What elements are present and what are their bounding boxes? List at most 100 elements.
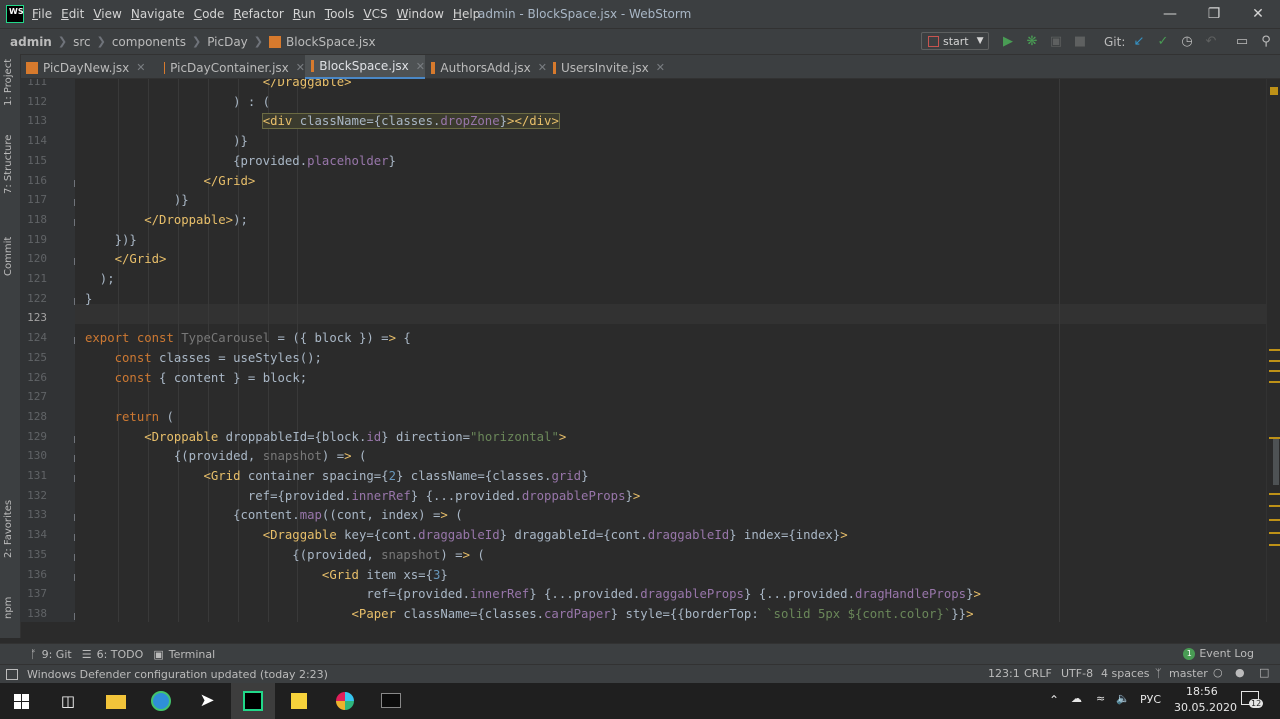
warning-mark[interactable]: [1269, 370, 1280, 372]
tool-commit[interactable]: Commit: [3, 237, 14, 276]
commit-icon[interactable]: ✓: [1155, 34, 1171, 50]
menu-run[interactable]: Run: [293, 7, 316, 21]
menu-navigate[interactable]: Navigate: [131, 7, 185, 21]
scroll-thumb[interactable]: [1273, 439, 1279, 485]
code-line[interactable]: <Grid container spacing={2} className={c…: [85, 466, 588, 486]
breadcrumb-item[interactable]: PicDay: [207, 35, 248, 49]
code-line[interactable]: <Grid item xs={3}: [85, 565, 448, 585]
code-line[interactable]: )}: [85, 190, 189, 210]
code-line[interactable]: {content.map((cont, index) => (: [85, 505, 463, 525]
code-line[interactable]: export const TypeCarousel = ({ block }) …: [85, 328, 411, 348]
tool-npm[interactable]: npm: [3, 597, 14, 619]
inspector-icon[interactable]: ●: [1235, 666, 1245, 679]
code-line[interactable]: {(provided, snapshot) => (: [85, 545, 485, 565]
code-line[interactable]: const { content } = block;: [85, 368, 308, 388]
wifi-icon[interactable]: ≈: [1096, 692, 1105, 705]
search-icon[interactable]: ⚲: [1258, 34, 1274, 50]
coverage-icon[interactable]: ▣: [1048, 34, 1064, 50]
code-line[interactable]: })}: [85, 230, 137, 250]
webstorm-task-icon[interactable]: [239, 687, 267, 715]
code-line[interactable]: ref={provided.innerRef} {...provided.dro…: [85, 486, 640, 506]
file-encoding[interactable]: UTF-8: [1061, 667, 1093, 680]
menu-help[interactable]: Help: [453, 7, 480, 21]
breadcrumb-item[interactable]: src: [73, 35, 91, 49]
notification-icon[interactable]: □: [1259, 666, 1269, 679]
git-branch[interactable]: master: [1169, 667, 1208, 680]
menu-edit[interactable]: Edit: [61, 7, 84, 21]
breadcrumb-item[interactable]: admin: [10, 35, 52, 49]
warning-mark[interactable]: [1269, 360, 1280, 362]
code-line[interactable]: </Grid>: [85, 171, 255, 191]
debug-icon[interactable]: ❋: [1024, 34, 1040, 50]
code-line[interactable]: </Grid>: [85, 249, 167, 269]
menu-window[interactable]: Window: [397, 7, 444, 21]
warning-mark[interactable]: [1269, 493, 1280, 495]
code-line[interactable]: return (: [85, 407, 174, 427]
indent-setting[interactable]: 4 spaces: [1101, 667, 1150, 680]
warning-mark[interactable]: [1269, 505, 1280, 507]
maximize-button[interactable]: ❐: [1199, 4, 1229, 24]
warning-mark[interactable]: [1269, 544, 1280, 546]
terminal-task-icon[interactable]: [377, 687, 405, 715]
telegram-icon[interactable]: ➤: [193, 687, 221, 715]
status-message[interactable]: Windows Defender configuration updated (…: [27, 668, 328, 681]
event-log-button[interactable]: 1 Event Log: [1183, 647, 1254, 660]
code-line[interactable]: <Draggable key={cont.draggableId} dragga…: [85, 525, 848, 545]
code-line[interactable]: </Droppable>);: [85, 210, 248, 230]
code-editor[interactable]: </Draggable> ) : ( <div className={class…: [75, 79, 1266, 622]
tool-favorites[interactable]: 2: Favorites: [3, 500, 14, 558]
code-line[interactable]: </Draggable>: [85, 79, 352, 92]
code-line[interactable]: <Paper className={classes.cardPaper} sty…: [85, 604, 974, 622]
tool-windows-toggle-icon[interactable]: [6, 668, 18, 680]
file-explorer-icon[interactable]: [102, 687, 130, 715]
code-line[interactable]: ref={provided.innerRef} {...provided.dra…: [85, 584, 981, 604]
language-indicator[interactable]: РУС: [1140, 693, 1161, 706]
menu-view[interactable]: View: [93, 7, 121, 21]
close-tab-icon[interactable]: ✕: [296, 61, 305, 74]
cloud-icon[interactable]: ☁: [1071, 692, 1082, 705]
task-view-icon[interactable]: ◫: [54, 687, 82, 715]
menu-tools[interactable]: Tools: [325, 7, 355, 21]
menu-file[interactable]: File: [32, 7, 52, 21]
code-line[interactable]: <div className={classes.dropZone}></div>: [85, 111, 560, 131]
warning-mark[interactable]: [1269, 519, 1280, 521]
tool-structure[interactable]: 7: Structure: [3, 135, 14, 194]
slack-icon[interactable]: [331, 687, 359, 715]
code-line[interactable]: );: [85, 269, 115, 289]
clock-time[interactable]: 18:56: [1186, 685, 1218, 698]
lock-icon[interactable]: ○: [1213, 666, 1223, 679]
breadcrumb-item[interactable]: BlockSpace.jsx: [269, 35, 376, 49]
line-separator[interactable]: CRLF: [1024, 667, 1052, 680]
editor-tab[interactable]: PicDayNew.jsx ✕: [20, 55, 158, 80]
editor-tab[interactable]: PicDayContainer.jsx ✕: [158, 55, 305, 80]
rollback-icon[interactable]: ↶: [1203, 34, 1219, 50]
tool-window-git[interactable]: ᚩ 9: Git: [30, 648, 72, 661]
run-config-select[interactable]: start ▼: [921, 32, 989, 50]
editor-tab[interactable]: BlockSpace.jsx ✕: [305, 55, 425, 80]
windows-start-icon[interactable]: [9, 687, 37, 715]
minimize-button[interactable]: —: [1155, 4, 1185, 24]
close-tab-icon[interactable]: ✕: [416, 60, 425, 73]
clock-date[interactable]: 30.05.2020: [1174, 701, 1237, 714]
code-line[interactable]: const classes = useStyles();: [85, 348, 322, 368]
volume-icon[interactable]: 🔈: [1116, 692, 1130, 705]
warning-mark[interactable]: [1269, 532, 1280, 534]
warning-mark[interactable]: [1269, 381, 1280, 383]
stop-icon[interactable]: ■: [1072, 34, 1088, 50]
warning-mark[interactable]: [1269, 349, 1280, 351]
tool-window-todo[interactable]: ☰ 6: TODO: [82, 648, 144, 661]
warning-icon[interactable]: [1270, 87, 1278, 95]
caret-position[interactable]: 123:1: [988, 667, 1020, 680]
tray-chevron-up-icon[interactable]: ⌃: [1049, 693, 1059, 707]
menu-vcs[interactable]: VCS: [363, 7, 387, 21]
editor-scrollbar[interactable]: [1266, 79, 1280, 622]
presentation-icon[interactable]: ▭: [1234, 34, 1250, 50]
close-tab-icon[interactable]: ✕: [136, 61, 145, 74]
close-tab-icon[interactable]: ✕: [538, 61, 547, 74]
code-line[interactable]: {provided.placeholder}: [85, 151, 396, 171]
edge-browser-icon[interactable]: [147, 687, 175, 715]
tool-window-terminal[interactable]: ▣ Terminal: [153, 648, 215, 661]
code-line[interactable]: <Droppable droppableId={block.id} direct…: [85, 427, 566, 447]
code-line[interactable]: ) : (: [85, 92, 270, 112]
code-line[interactable]: }: [85, 289, 92, 309]
